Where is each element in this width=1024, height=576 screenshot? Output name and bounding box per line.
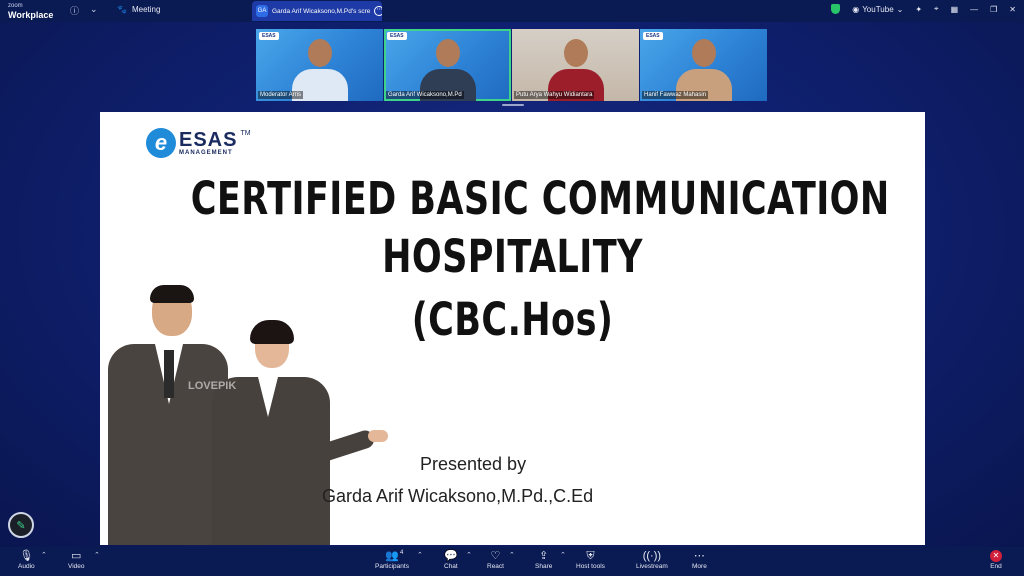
more-label: More [692,563,707,570]
presented-by-label: Presented by [420,454,527,474]
illustration-woman-hair [250,320,294,344]
view-layout-icon[interactable]: ▦ [951,5,959,14]
info-icon[interactable]: ⓘ [70,4,79,17]
participant-name: Moderator Arris [258,91,304,99]
participant-tile[interactable]: ESAS Hanif Fawwaz Mahasin [640,29,767,101]
chevron-down-icon: ⌄ [896,4,904,14]
esas-logo-sub: MANAGEMENT [179,150,233,156]
participant-tile-speaking[interactable]: ESAS Garda Arif Wicaksono,M.Pd [384,29,511,101]
minimize-icon[interactable]: — [970,5,978,14]
participants-icon: 👥 [385,550,399,562]
video-label: Video [68,563,85,570]
watermark: LOVEPIK [188,380,237,392]
participant-tile[interactable]: ESAS Moderator Arris [256,29,383,101]
audio-options-caret[interactable]: ⌃ [41,551,47,559]
illustration-man-hair [150,285,194,303]
annotate-pen-button[interactable]: ✎ [8,512,34,538]
video-button[interactable]: ▭ Video [68,549,85,570]
participant-strip: ESAS Moderator Arris ESAS Garda Arif Wic… [256,29,767,101]
shared-screen-slide: e ESAS MANAGEMENT TM CERTIFIED BASIC COM… [100,112,925,545]
pin-icon[interactable]: ⌖ [934,4,939,14]
window-tools: ◉ YouTube ⌄ ✦ ⌖ ▦ — ❐ ✕ [831,4,1016,14]
title-bar: zoom Workplace ⓘ ⌄ 🐾 Meeting GA Garda Ar… [0,0,1024,22]
participant-name: Putu Arya Wahyu Widiantara [514,91,595,99]
security-shield-icon[interactable] [831,4,841,14]
chat-options-caret[interactable]: ⌃ [466,551,472,559]
meeting-toolbar: 🎙 Audio ⌃ ▭ Video ⌃ 👥 Participants 4 ⌃ 💬… [0,547,1024,576]
trademark-mark: TM [240,130,251,137]
share-button[interactable]: ⇪ Share [535,549,552,570]
close-icon[interactable]: ✕ [1009,5,1016,14]
participant-video [435,39,460,67]
livestream-label: Livestream [636,563,668,570]
esas-logo-mark: e [146,128,176,158]
esas-logo-text: ESAS [179,129,238,151]
host-tools-button[interactable]: ⛨ Host tools [576,549,605,570]
chat-icon: 💬 [444,550,458,562]
more-options-icon[interactable]: ⋯ [374,6,382,16]
magic-wand-icon[interactable]: ✦ [915,5,922,14]
illustration-woman-hand [368,430,388,442]
participant-video [307,39,332,67]
share-screen-icon: ⇪ [539,550,549,562]
strip-resize-handle[interactable] [502,104,524,106]
illustration-man-tie [164,350,174,398]
app-logo: zoom Workplace [8,2,53,20]
pencil-icon: ✎ [16,519,26,532]
tab-title: Garda Arif Wicaksono,M.Pd's scre [272,7,371,15]
react-options-caret[interactable]: ⌃ [509,551,515,559]
host-tools-label: Host tools [576,563,605,570]
host-shield-icon: ⛨ [586,550,595,562]
participant-name: Hanif Fawwaz Mahasin [642,91,709,99]
meeting-menu[interactable]: 🐾 Meeting [117,5,160,14]
esas-logo: e ESAS MANAGEMENT TM [146,128,251,158]
presenter-name: Garda Arif Wicaksono,M.Pd.,C.Ed [322,486,594,506]
tile-brand: ESAS [643,32,663,40]
screen-share-tab[interactable]: GA Garda Arif Wicaksono,M.Pd's scre ⋯ [252,1,382,21]
more-button[interactable]: ⋯ More [692,549,707,570]
youtube-dropdown[interactable]: ◉ YouTube ⌄ [852,5,903,14]
share-options-caret[interactable]: ⌃ [560,551,566,559]
more-icon: ⋯ [693,550,705,562]
broadcast-icon: ◉ [852,4,860,14]
restore-icon[interactable]: ❐ [990,5,997,14]
participant-name: Garda Arif Wicaksono,M.Pd [386,91,464,99]
meeting-label: Meeting [131,5,161,14]
youtube-label: YouTube [862,4,894,14]
react-button[interactable]: ♡ React [487,549,504,570]
livestream-button[interactable]: ((·)) Livestream [636,549,668,570]
audio-button[interactable]: 🎙 Audio [18,549,35,570]
chat-label: Chat [444,563,458,570]
microphone-icon: 🎙 [19,550,34,562]
share-label: Share [535,563,553,570]
paw-icon: 🐾 [117,5,127,14]
slide-title-line1: CERTIFIED BASIC COMMUNICATION [190,172,890,225]
participants-options-caret[interactable]: ⌃ [417,551,423,559]
participant-video [563,39,588,67]
participants-button[interactable]: 👥 Participants [375,549,409,570]
heart-icon: ♡ [490,550,501,562]
livestream-icon: ((·)) [642,550,662,562]
react-label: React [487,563,504,570]
participants-label: Participants [375,563,409,570]
end-button[interactable]: ✕ End [990,549,1002,570]
end-icon: ✕ [990,550,1002,562]
tile-brand: ESAS [387,32,407,40]
participant-tile[interactable]: Putu Arya Wahyu Widiantara [512,29,639,101]
tab-avatar: GA [256,5,268,17]
participant-video [691,39,716,67]
chat-button[interactable]: 💬 Chat [444,549,458,570]
chevron-down-icon[interactable]: ⌄ [90,4,98,15]
app-logo-line2: Workplace [8,10,54,20]
slide-title-line2: HOSPITALITY [382,230,643,283]
tile-brand: ESAS [259,32,279,40]
audio-label: Audio [18,563,35,570]
camera-icon: ▭ [71,550,82,562]
end-label: End [990,563,1002,570]
participants-count: 4 [400,550,404,556]
video-options-caret[interactable]: ⌃ [94,551,100,559]
